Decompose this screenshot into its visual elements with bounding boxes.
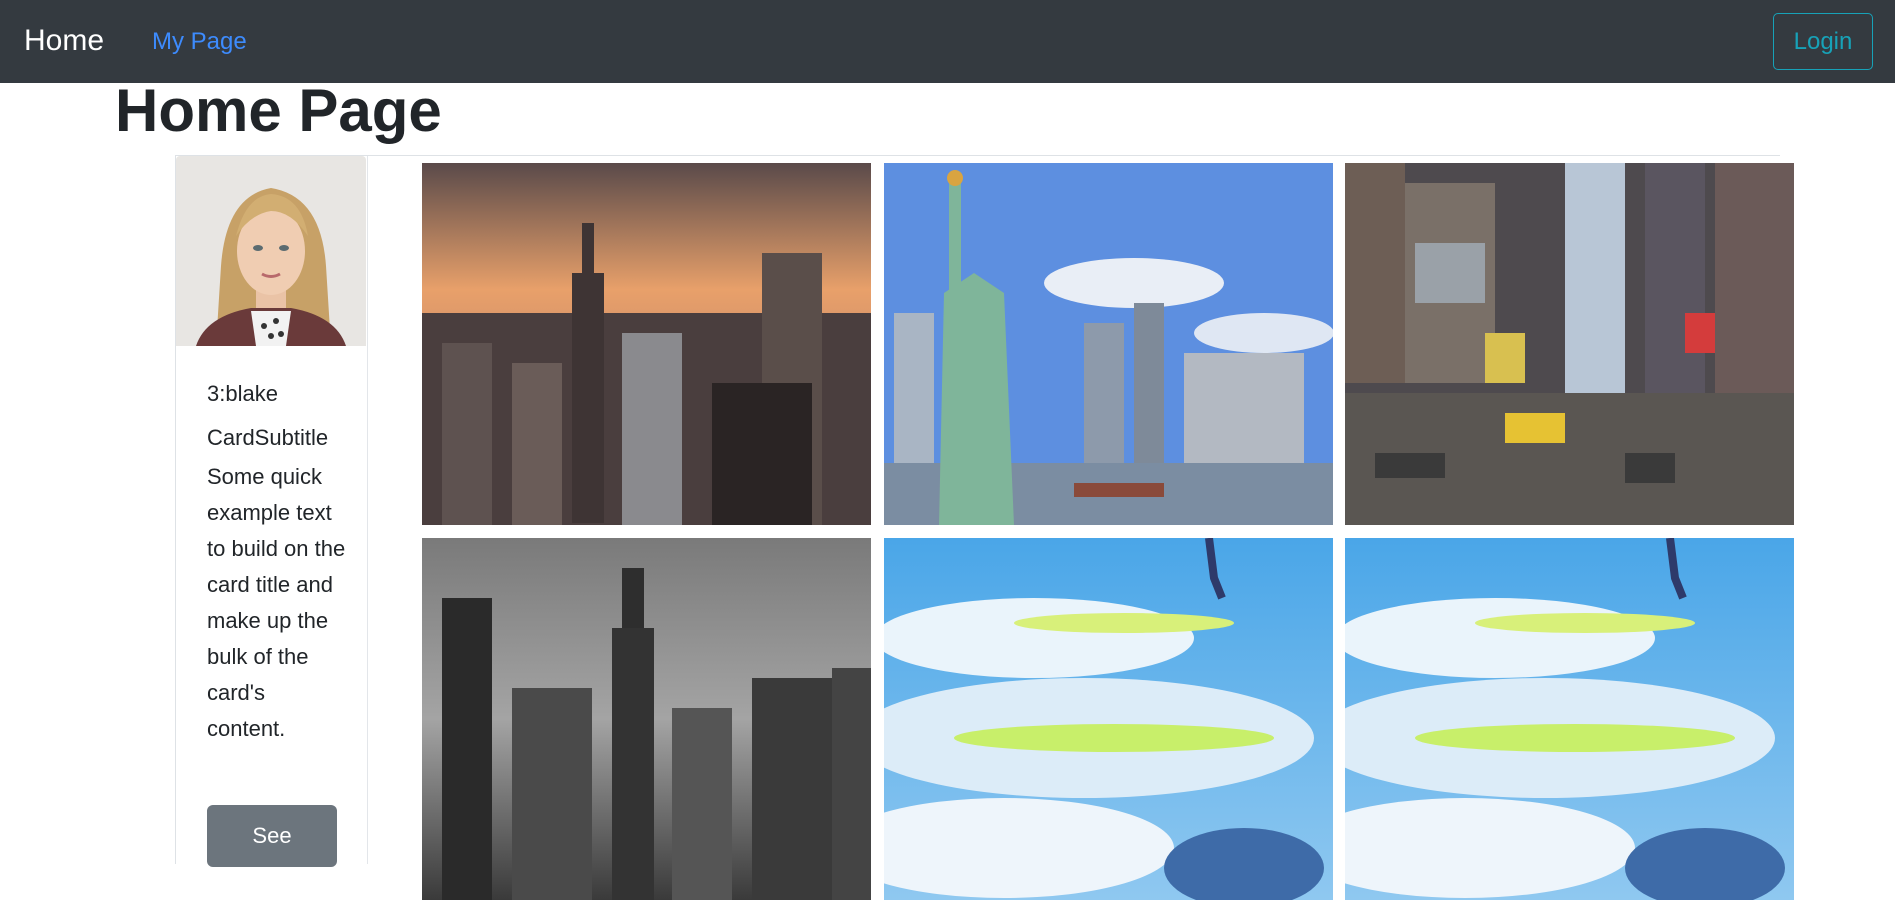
login-button[interactable]: Login <box>1773 13 1873 70</box>
page-title: Home Page <box>115 77 442 144</box>
gallery-photo-anime-sky-2[interactable] <box>1345 538 1794 900</box>
gallery-photo-anime-sky-1[interactable] <box>884 538 1333 900</box>
gallery-photo-bw-skyline[interactable] <box>422 538 871 900</box>
gallery-photo-statue-of-liberty[interactable] <box>884 163 1333 525</box>
gallery-photo-times-square[interactable] <box>1345 163 1794 525</box>
gallery-photo-city-sunset[interactable] <box>422 163 871 525</box>
navbar: Home My Page Login <box>0 0 1895 83</box>
avatar <box>176 156 366 346</box>
card-title: 3:blake <box>207 381 278 406</box>
nav-home-link[interactable]: Home <box>24 23 104 59</box>
profile-card: 3:blake CardSubtitle Some quick example … <box>176 156 368 867</box>
card-text: Some quick example text to build on the … <box>207 464 346 741</box>
nav-my-page-link[interactable]: My Page <box>152 27 247 57</box>
see-button[interactable]: See <box>207 805 337 867</box>
card-subtitle: CardSubtitle <box>207 425 329 450</box>
